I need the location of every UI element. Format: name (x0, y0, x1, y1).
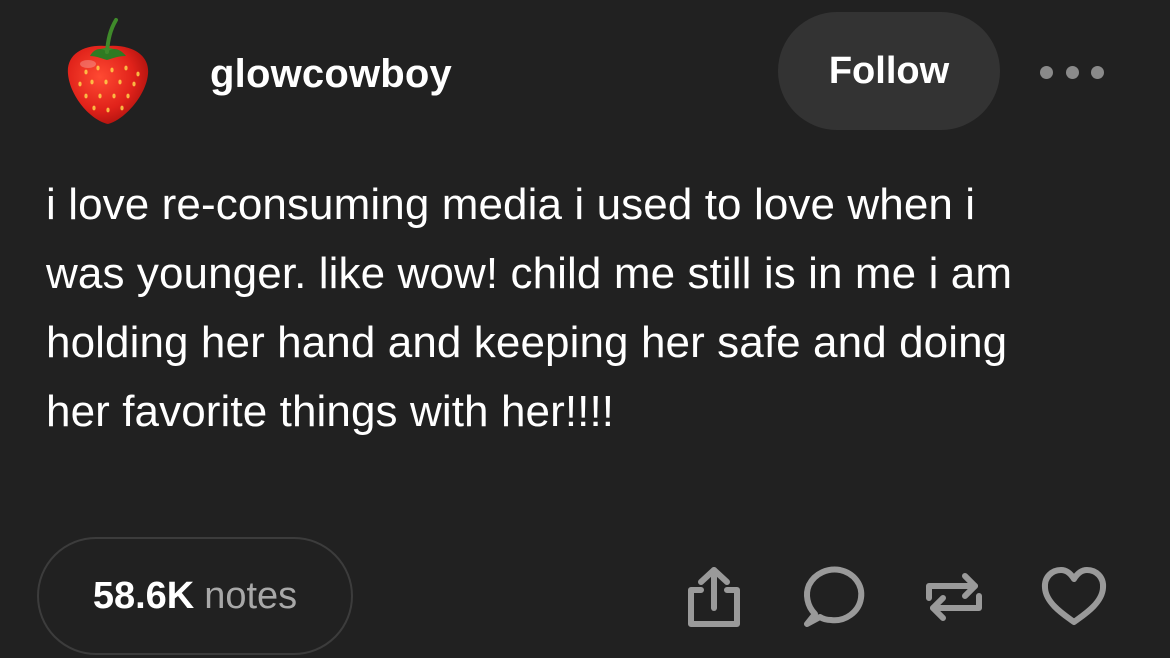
strawberry-avatar-icon (67, 18, 149, 124)
notes-count: 58.6K (92, 574, 195, 617)
like-button[interactable] (1040, 562, 1108, 632)
share-icon (688, 567, 740, 627)
more-options-icon[interactable] (1040, 60, 1104, 84)
reply-icon (804, 566, 865, 627)
share-button[interactable] (680, 562, 748, 632)
post-body-line: was younger. like wow! child me still is… (46, 249, 1013, 298)
notes-button[interactable]: 58.6K notes (37, 537, 353, 655)
post-body: i love re-consuming media i used to love… (46, 170, 1136, 446)
reply-button[interactable] (800, 562, 868, 632)
more-dot (1040, 65, 1053, 79)
heart-icon (1041, 567, 1107, 625)
more-dot (1091, 65, 1104, 79)
avatar[interactable] (62, 16, 152, 128)
username[interactable]: glowcowboy (210, 50, 452, 98)
follow-button[interactable]: Follow (778, 12, 1000, 130)
post-card: glowcowboy Follow i love re-consuming me… (0, 0, 1170, 658)
more-dot (1065, 65, 1079, 79)
notes-label: notes (204, 574, 298, 617)
post-body-line: i love re-consuming media i used to love… (46, 180, 976, 229)
post-body-line: holding her hand and keeping her safe an… (46, 318, 1008, 367)
reblog-button[interactable] (920, 562, 988, 632)
reblog-icon (926, 573, 982, 621)
post-body-line: her favorite things with her!!!! (46, 387, 615, 436)
